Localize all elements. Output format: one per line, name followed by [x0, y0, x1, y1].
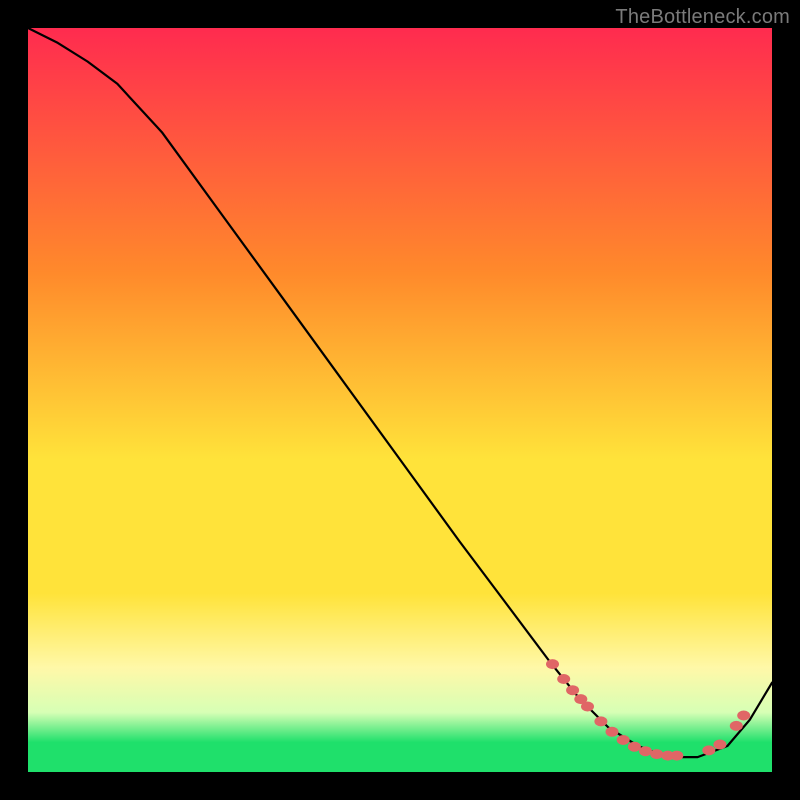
watermark-text: TheBottleneck.com [615, 6, 790, 29]
data-marker [639, 746, 652, 756]
data-marker [594, 716, 607, 726]
data-marker [702, 745, 715, 755]
data-marker [737, 711, 750, 721]
data-marker [670, 751, 683, 761]
data-marker [650, 749, 663, 759]
data-marker [713, 740, 726, 750]
chart-svg [28, 28, 772, 772]
data-marker [606, 727, 619, 737]
chart-root: TheBottleneck.com [0, 0, 800, 800]
data-marker [566, 685, 579, 695]
plot-area [28, 28, 772, 772]
data-marker [546, 659, 559, 669]
data-marker [617, 735, 630, 745]
gradient-background [28, 28, 772, 772]
data-marker [581, 702, 594, 712]
data-marker [557, 674, 570, 684]
data-marker [730, 721, 743, 731]
data-marker [628, 742, 641, 752]
